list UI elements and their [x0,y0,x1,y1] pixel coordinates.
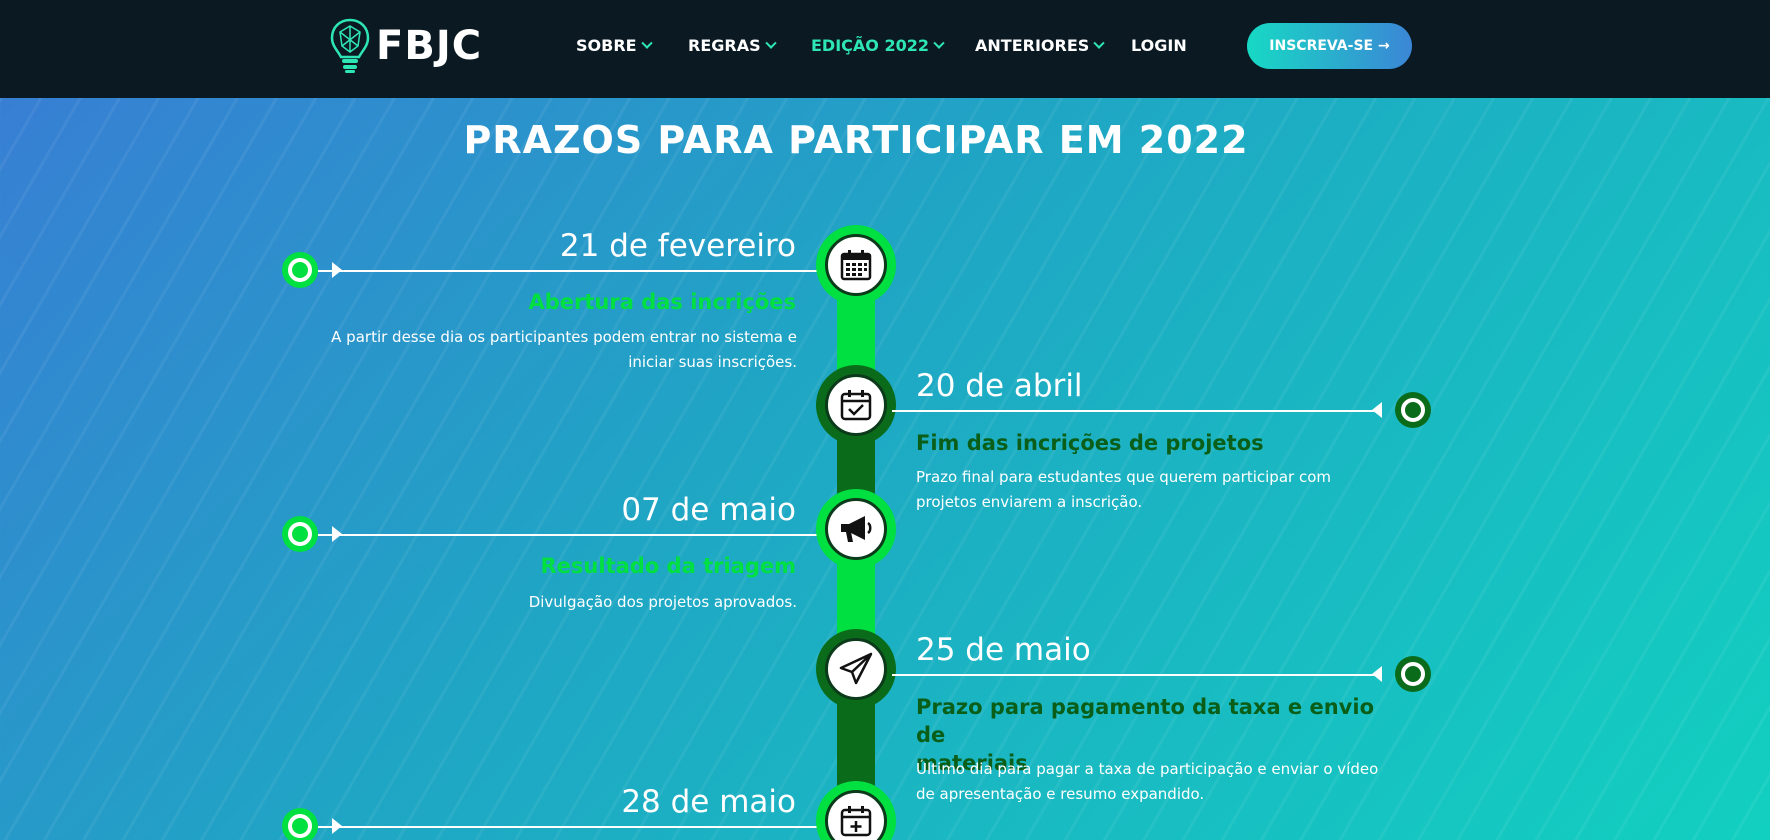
subscribe-button-label: INSCREVA-SE → [1269,38,1390,54]
event-description-line: Divulgação dos projetos aprovados. [528,593,797,611]
nav-item-sobre[interactable]: SOBRE [576,36,653,55]
event-date: 21 de fevereiro [559,228,796,264]
background-pattern [0,98,1770,840]
timeline-node [816,489,896,569]
event-title: Fim das incrições de projetos [916,431,1264,455]
timeline-marker-dot [282,252,318,288]
event-description: Último dia para pagar a taxa de particip… [916,757,1406,807]
chevron-down-icon [640,37,653,49]
lightbulb-logo-icon [330,18,370,73]
arrow-left-icon [1372,402,1382,418]
timeline-marker-dot [282,516,318,552]
logo-text: FBJC [376,23,483,69]
timeline-marker-dot [282,808,318,840]
calendar-check-icon [840,390,872,421]
event-date: 20 de abril [916,368,1083,404]
timeline-marker-dot [1395,656,1431,692]
event-description-line: A partir desse dia os participantes pode… [331,328,797,346]
nav-label: ANTERIORES [975,36,1090,55]
nav-label: REGRAS [688,36,761,55]
chevron-down-icon [933,37,945,49]
nav-item-login[interactable]: LOGIN [1131,36,1187,55]
chevron-down-icon [1093,37,1105,49]
page-title: PRAZOS PARA PARTICIPAR EM 2022 [463,118,1249,162]
event-description-line: Prazo final para estudantes que querem p… [916,468,1331,486]
event-date: 07 de maio [621,492,796,528]
event-title-line: Prazo para pagamento da taxa e envio de [916,695,1374,747]
event-description-line: Último dia para pagar a taxa de particip… [916,760,1379,778]
event-date: 25 de maio [916,632,1091,668]
nav-label: LOGIN [1131,36,1187,55]
nav-item-edicao-2022[interactable]: EDIÇÃO 2022 [811,36,945,55]
timeline-marker-dot [1395,392,1431,428]
event-title: Abertura das incrições [528,290,797,314]
event-description: A partir desse dia os participantes pode… [300,325,797,375]
top-navbar: FBJC SOBRE REGRAS EDIÇÃO 2022 ANTERIORES… [0,0,1770,98]
subscribe-button[interactable]: INSCREVA-SE → [1247,23,1412,69]
nav-label: EDIÇÃO 2022 [811,36,929,55]
nav-label: SOBRE [576,36,637,55]
event-description-line: iniciar suas inscrições. [628,353,797,371]
connector-line [318,270,840,272]
chevron-down-icon [764,37,777,49]
paper-plane-icon [839,652,873,685]
calendar-icon [840,250,872,281]
logo[interactable]: FBJC [330,18,482,74]
connector-line [318,826,840,828]
connector-line [892,410,1382,412]
event-description-line: de apresentação e resumo expandido. [916,785,1205,803]
event-description: Divulgação dos projetos aprovados. [300,590,797,615]
connector-line [892,674,1382,676]
event-date: 28 de maio [621,784,796,820]
timeline-node [816,225,896,305]
nav-item-regras[interactable]: REGRAS [688,36,777,55]
arrow-left-icon [1372,666,1382,682]
timeline-node [816,365,896,445]
event-description-line: projetos enviarem a inscrição. [916,493,1143,511]
connector-line [318,534,840,536]
timeline-node [816,629,896,709]
event-title: Resultado da triagem [540,554,796,578]
timeline-node [816,781,896,840]
nav-item-anteriores[interactable]: ANTERIORES [975,36,1105,55]
event-description: Prazo final para estudantes que querem p… [916,465,1396,515]
calendar-plus-icon [840,806,872,837]
megaphone-icon [841,516,872,542]
